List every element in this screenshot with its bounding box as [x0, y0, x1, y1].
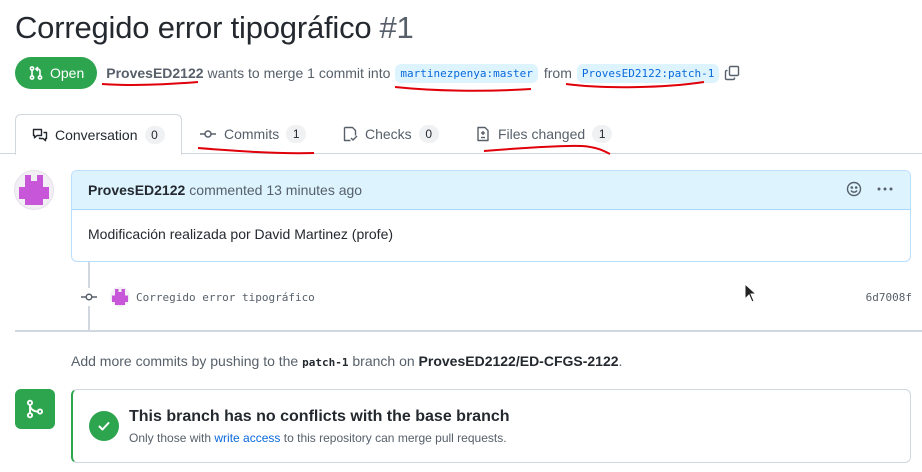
from-text: from [543, 65, 572, 81]
tab-label: Files changed [498, 126, 586, 142]
page-title: Corregido error tipográfico #1 [15, 10, 414, 46]
file-diff-icon [477, 126, 489, 142]
comment-box: ProvesED2122 commented 13 minutes ago Mo… [71, 170, 911, 262]
kebab-horizontal-icon[interactable] [876, 181, 894, 200]
tab-commits[interactable]: Commits 1 [199, 114, 307, 154]
pr-number: #1 [379, 10, 414, 45]
git-merge-icon [15, 389, 55, 429]
check-circle-icon [89, 411, 119, 441]
pr-tabs: Conversation 0 Commits 1 Checks 0 Files … [0, 114, 922, 155]
comment-body: Modificación realizada por David Martine… [88, 226, 394, 242]
pr-title: Corregido error tipográfico [15, 10, 372, 45]
tab-label: Conversation [55, 126, 138, 143]
comment-author[interactable]: ProvesED2122 [88, 182, 185, 198]
mouse-cursor-icon [744, 283, 758, 303]
state-label: Open [50, 65, 85, 81]
pr-meta: Open ProvesED2122 wants to merge 1 commi… [15, 57, 740, 89]
merge-sub-prefix: Only those with [129, 430, 212, 445]
tab-label: Commits [224, 126, 280, 142]
commit-avatar[interactable] [110, 287, 130, 307]
head-branch[interactable]: ProvesED2122:patch-1 [576, 63, 720, 83]
tab-label: Checks [365, 126, 412, 142]
tab-counter: 0 [418, 125, 439, 143]
merge-text: wants to merge 1 commit into [207, 65, 391, 81]
identicon-icon [19, 175, 49, 205]
git-commit-icon [80, 288, 98, 306]
push-note-prefix: Add more commits by pushing to the [71, 353, 299, 369]
tab-checks[interactable]: Checks 0 [342, 114, 439, 154]
push-note: Add more commits by pushing to the patch… [71, 353, 622, 369]
author-link[interactable]: ProvesED2122 [106, 65, 203, 81]
smiley-icon[interactable] [846, 181, 862, 200]
comment-header: ProvesED2122 commented 13 minutes ago [72, 171, 910, 210]
merge-title: This branch has no conflicts with the ba… [129, 407, 510, 425]
comment-actions [846, 181, 894, 200]
tab-counter: 0 [144, 125, 165, 144]
comment-discussion-icon [32, 128, 48, 141]
push-note-branch: patch-1 [302, 356, 349, 369]
commit-sha[interactable]: 6d7008f [866, 291, 912, 304]
commit-row: Corregido error tipográfico 6d7008f [80, 285, 912, 309]
merge-text: This branch has no conflicts with the ba… [129, 408, 510, 445]
identicon-icon [112, 289, 128, 305]
push-note-repo[interactable]: ProvesED2122/ED-CFGS-2122 [419, 353, 619, 369]
tab-conversation[interactable]: Conversation 0 [15, 114, 182, 155]
tab-files-changed[interactable]: Files changed 1 [475, 114, 613, 154]
merge-subtitle: Only those with write access to this rep… [129, 431, 510, 445]
git-commit-icon [200, 130, 216, 138]
timeline-divider [15, 330, 922, 332]
merge-sub-suffix: to this repository can merge pull reques… [283, 430, 507, 445]
state-badge: Open [15, 57, 98, 89]
avatar[interactable] [14, 170, 54, 210]
copy-icon[interactable] [724, 65, 740, 81]
pull-request-icon [29, 66, 43, 80]
tab-counter: 1 [286, 125, 307, 143]
push-note-middle: branch on [352, 353, 415, 369]
commit-message[interactable]: Corregido error tipográfico [136, 291, 315, 304]
comment-action: commented 13 minutes ago [189, 182, 363, 198]
tab-counter: 1 [592, 125, 613, 143]
push-note-suffix: . [618, 353, 623, 369]
write-access-link[interactable]: write access [214, 431, 280, 445]
base-branch[interactable]: martinezpenya:master [395, 63, 538, 83]
merge-status-box: This branch has no conflicts with the ba… [71, 389, 911, 463]
checklist-icon [343, 126, 358, 142]
